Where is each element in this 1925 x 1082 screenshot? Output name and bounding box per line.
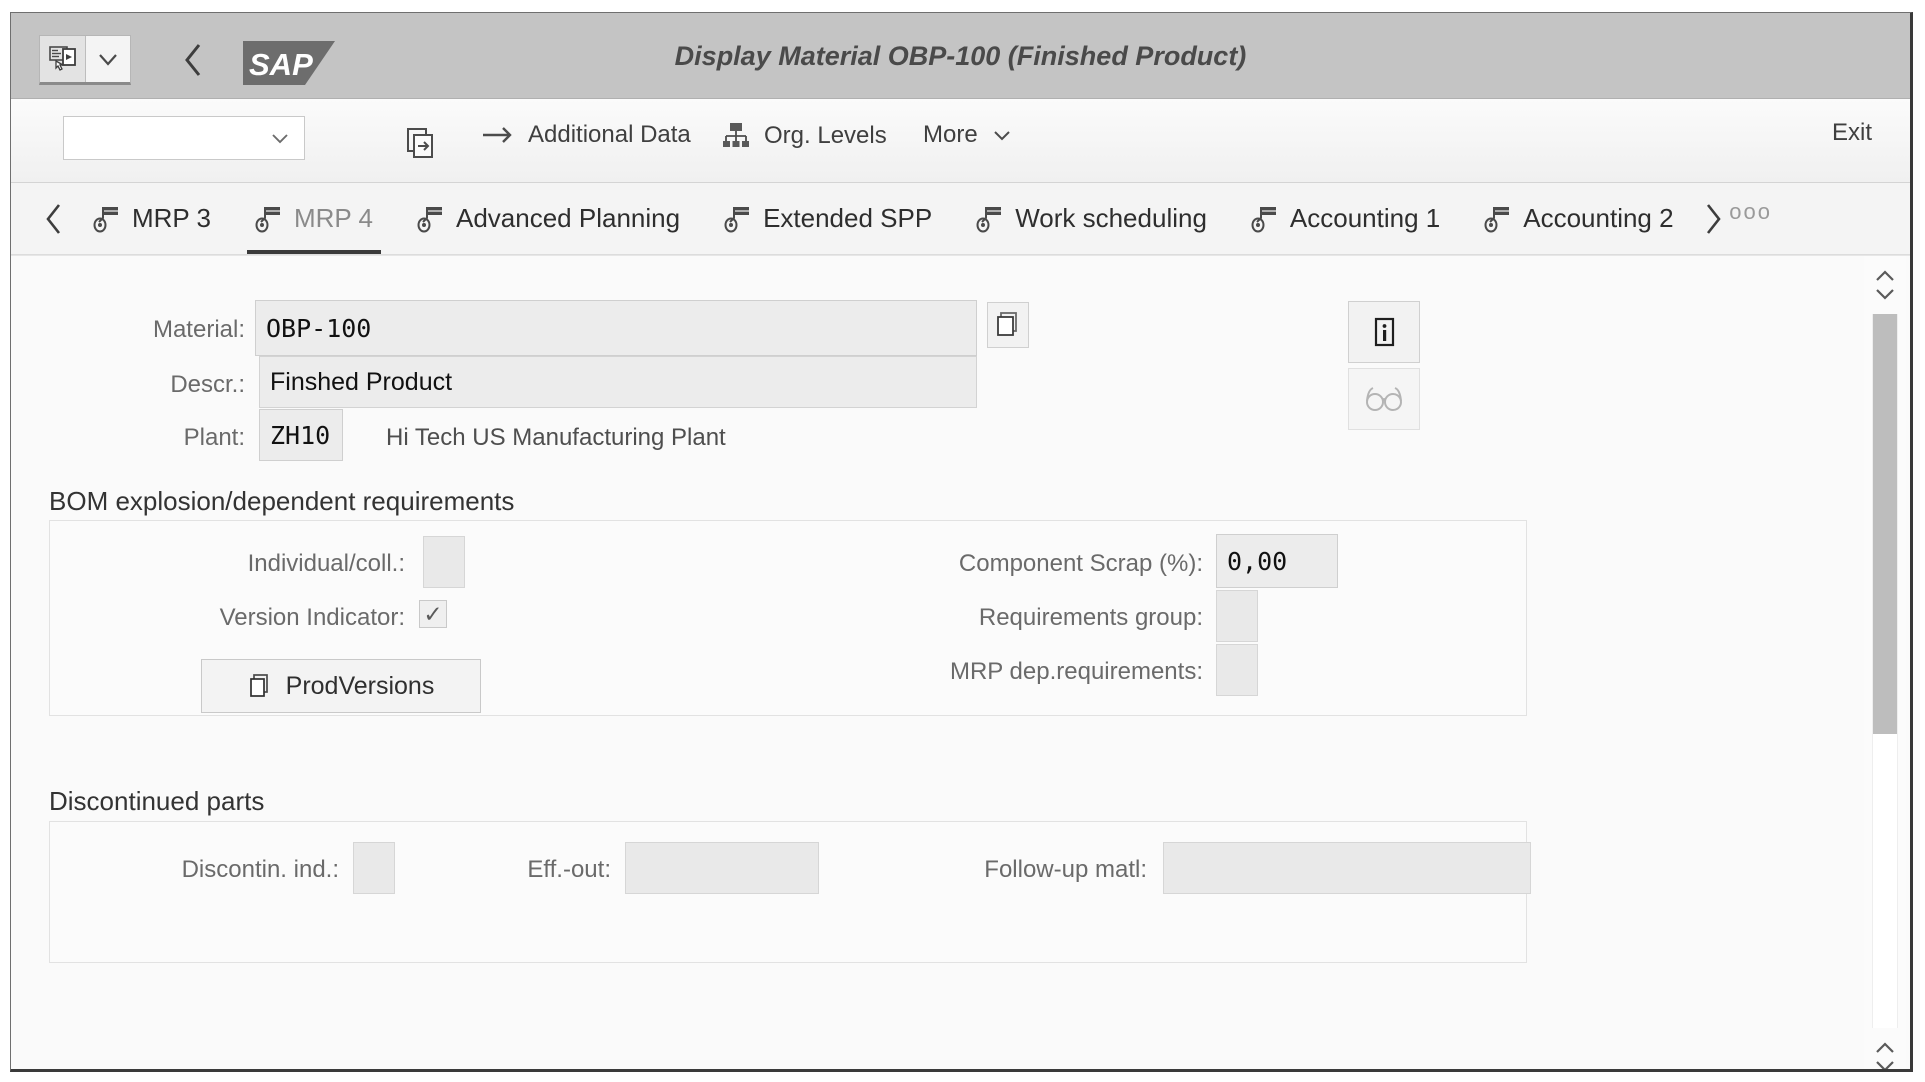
content-vertical-scrollbar[interactable] — [1864, 256, 1906, 1072]
copy-icon — [995, 311, 1021, 339]
tab-accounting-1[interactable]: Accounting 1 — [1229, 183, 1462, 255]
chevron-up-icon[interactable] — [1873, 1040, 1897, 1056]
tab-mrp-3[interactable]: MRP 3 — [71, 183, 233, 255]
tab-label: MRP 3 — [132, 203, 211, 234]
material-tab-icon — [1484, 205, 1512, 233]
tabs-scroll-right-button[interactable] — [1696, 202, 1730, 236]
open-detail-button[interactable] — [397, 121, 445, 165]
component-scrap-label: Component Scrap (%): — [711, 550, 1203, 578]
mrp4-form-content: Material: OBP-100 Descr.: Finshed Produc… — [11, 255, 1910, 1072]
tab-label: Accounting 2 — [1523, 203, 1673, 234]
plant-input[interactable]: ZH10 — [259, 409, 343, 461]
eff-out-input[interactable] — [625, 842, 819, 894]
plant-description: Hi Tech US Manufacturing Plant — [386, 424, 726, 452]
material-tab-icon — [1251, 205, 1279, 233]
tabs-scroll-left-button[interactable] — [37, 202, 71, 236]
more-menu-button[interactable]: More — [923, 121, 1013, 149]
version-indicator-checkbox[interactable]: ✓ — [419, 600, 447, 628]
chevron-down-icon — [269, 127, 291, 149]
discontinued-section-title: Discontinued parts — [49, 786, 264, 817]
material-tab-icon — [93, 205, 121, 233]
tab-label: Accounting 1 — [1290, 203, 1440, 234]
more-menu-label: More — [923, 121, 978, 149]
chevron-up-icon[interactable] — [1873, 268, 1897, 284]
material-label: Material: — [49, 316, 245, 344]
material-input[interactable]: OBP-100 — [255, 300, 977, 356]
action-toolbar: Additional Data Org. Levels More — [11, 99, 1910, 183]
follow-up-matl-input[interactable] — [1163, 842, 1531, 894]
additional-data-button[interactable]: Additional Data — [481, 121, 691, 149]
mrp-dep-requirements-input[interactable] — [1216, 644, 1258, 696]
descr-label: Descr.: — [49, 371, 245, 399]
prodversions-label: ProdVersions — [286, 672, 435, 701]
sap-application-window: SAP Display Material OBP-100 (Finished P… — [10, 12, 1913, 1072]
tab-advanced-planning[interactable]: Advanced Planning — [395, 183, 702, 255]
scroll-up-buttons[interactable] — [1864, 256, 1906, 314]
arrow-right-icon — [481, 122, 515, 148]
material-info-button[interactable] — [1348, 301, 1420, 363]
bom-section-title: BOM explosion/dependent requirements — [49, 486, 514, 517]
org-levels-button[interactable]: Org. Levels — [721, 121, 887, 151]
page-title: Display Material OBP-100 (Finished Produ… — [11, 41, 1910, 72]
material-tab-icon — [417, 205, 445, 233]
tab-label: Advanced Planning — [456, 203, 680, 234]
tab-label: Work scheduling — [1015, 203, 1207, 234]
tabs-overflow-button[interactable]: ooo — [1730, 199, 1772, 239]
tab-mrp-4[interactable]: MRP 4 — [233, 183, 395, 255]
tab-work-scheduling[interactable]: Work scheduling — [954, 183, 1229, 255]
org-levels-label: Org. Levels — [764, 122, 887, 150]
tab-label: Extended SPP — [763, 203, 932, 234]
open-in-new-icon — [404, 126, 438, 160]
scroll-down-buttons[interactable] — [1864, 1028, 1906, 1072]
material-glasses-button[interactable] — [1348, 368, 1420, 430]
component-scrap-input[interactable]: 0,00 — [1216, 534, 1338, 588]
material-tab-icon — [255, 205, 283, 233]
tab-accounting-2[interactable]: Accounting 2 — [1462, 183, 1695, 255]
mrp-dep-requirements-label: MRP dep.requirements: — [711, 658, 1203, 686]
chevron-down-icon[interactable] — [1873, 1058, 1897, 1072]
material-copy-button[interactable] — [987, 302, 1029, 348]
org-levels-icon — [721, 121, 751, 151]
requirements-group-label: Requirements group: — [711, 604, 1203, 632]
glasses-icon — [1364, 386, 1404, 412]
info-icon — [1369, 315, 1399, 349]
material-view-tabs: MRP 3 MRP 4 — [11, 183, 1910, 255]
plant-label: Plant: — [49, 424, 245, 452]
chevron-down-icon[interactable] — [1873, 286, 1897, 302]
chevron-down-icon — [991, 124, 1013, 146]
version-indicator-label: Version Indicator: — [131, 604, 405, 632]
scrollbar-track[interactable] — [1872, 314, 1898, 1028]
variant-select[interactable] — [63, 116, 305, 160]
material-tab-icon — [724, 205, 752, 233]
eff-out-label: Eff.-out: — [431, 856, 611, 884]
discontin-ind-input[interactable] — [353, 842, 395, 894]
follow-up-matl-label: Follow-up matl: — [811, 856, 1147, 884]
prodversions-button[interactable]: ProdVersions — [201, 659, 481, 713]
descr-input[interactable]: Finshed Product — [259, 356, 977, 408]
individual-coll-input[interactable] — [423, 536, 465, 588]
additional-data-label: Additional Data — [528, 121, 691, 149]
exit-button[interactable]: Exit — [1832, 119, 1872, 147]
chevron-right-icon — [1703, 202, 1723, 236]
discontin-ind-label: Discontin. ind.: — [71, 856, 339, 884]
chevron-left-icon — [44, 202, 64, 236]
shell-header: SAP Display Material OBP-100 (Finished P… — [11, 13, 1910, 99]
copy-icon — [248, 673, 272, 699]
individual-coll-label: Individual/coll.: — [131, 550, 405, 578]
tab-label: MRP 4 — [294, 203, 373, 234]
material-tab-icon — [976, 205, 1004, 233]
requirements-group-input[interactable] — [1216, 590, 1258, 642]
tab-extended-spp[interactable]: Extended SPP — [702, 183, 954, 255]
scrollbar-thumb[interactable] — [1873, 314, 1897, 734]
